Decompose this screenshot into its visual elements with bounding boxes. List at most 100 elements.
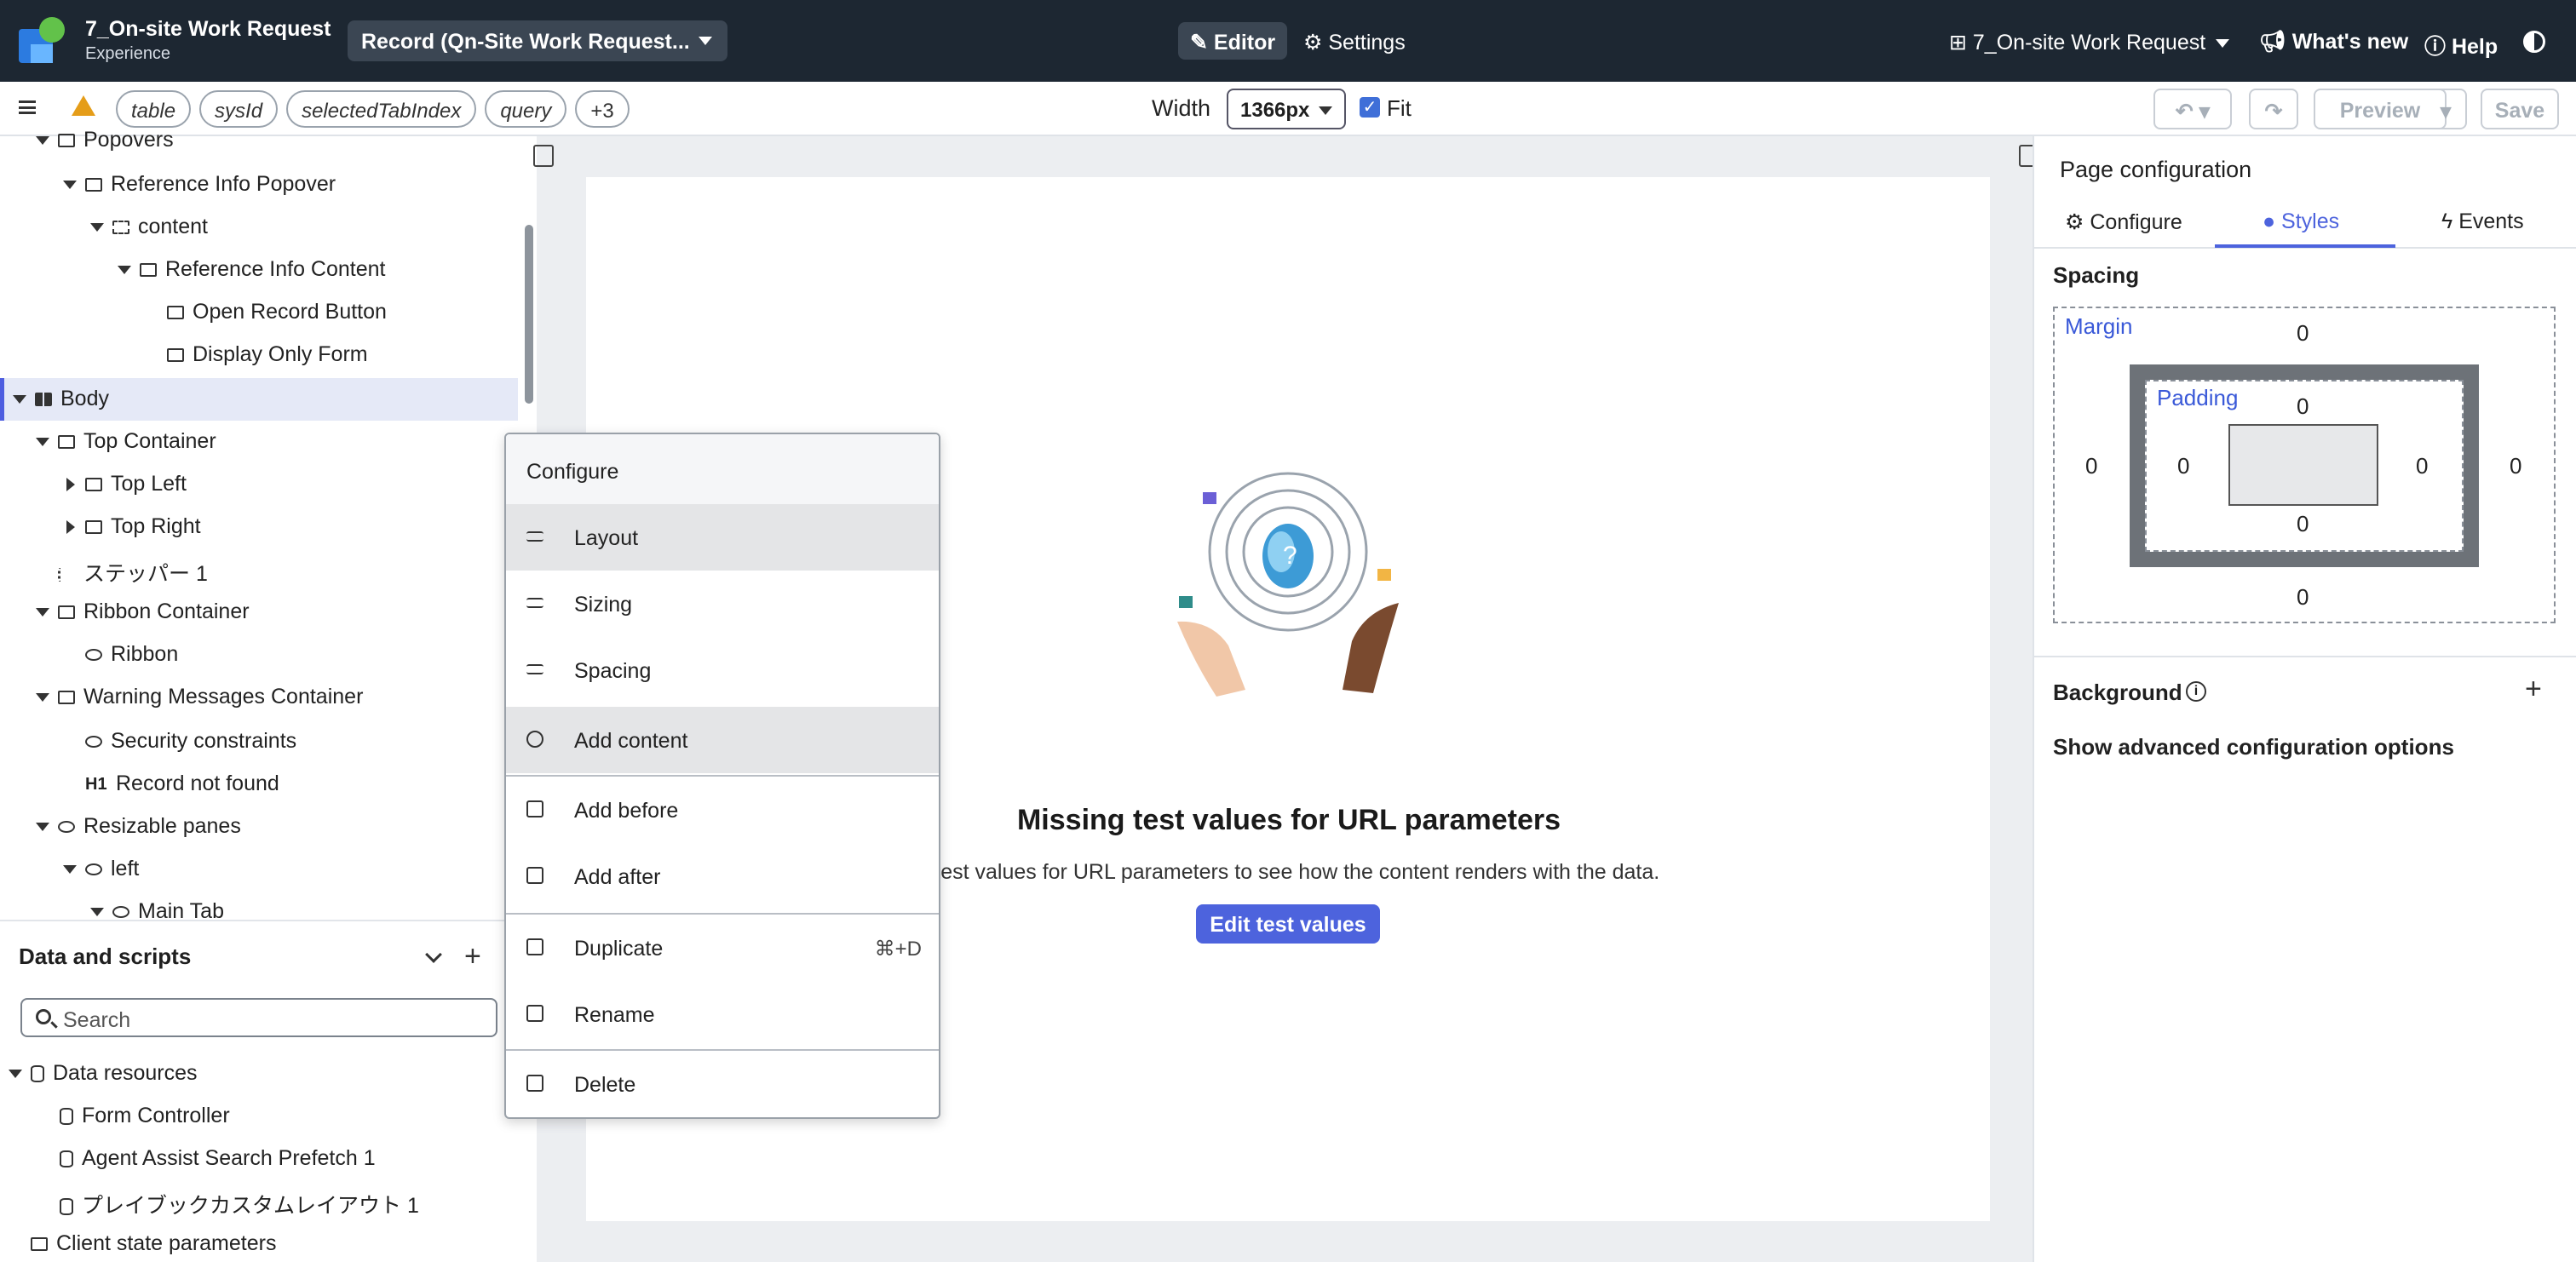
app-title: 7_On-site Work Request <box>85 17 331 41</box>
tree-item-playbook-layout[interactable]: プレイブックカスタムレイアウト 1 <box>60 1189 419 1231</box>
stepper-icon <box>58 568 75 582</box>
add-data-resource-icon[interactable]: + <box>464 940 481 973</box>
menu-icon[interactable] <box>19 100 36 114</box>
tree-item-agent-assist-prefetch[interactable]: Agent Assist Search Prefetch 1 <box>60 1146 376 1189</box>
warning-icon[interactable] <box>72 95 95 116</box>
expand-icon[interactable] <box>63 181 77 190</box>
context-navigator[interactable]: ⊞ 7_On-site Work Request <box>1949 22 2230 60</box>
margin-bottom-value[interactable]: 0 <box>2297 584 2309 611</box>
section-divider <box>2033 656 2576 657</box>
expand-icon[interactable] <box>36 608 49 617</box>
expand-icon[interactable] <box>13 395 26 404</box>
tree-item-top-right[interactable]: Top Right <box>63 514 201 557</box>
hidden-icon <box>112 906 129 918</box>
collapse-icon[interactable] <box>66 520 75 535</box>
data-search-input[interactable]: Search <box>20 998 497 1037</box>
menu-item-add-content[interactable]: Add content <box>506 707 939 773</box>
tree-item-top-left[interactable]: Top Left <box>63 472 187 514</box>
expand-icon[interactable] <box>63 865 77 875</box>
add-background-icon[interactable]: + <box>2525 673 2542 706</box>
menu-item-rename[interactable]: Rename <box>506 981 939 1047</box>
expand-icon[interactable] <box>36 438 49 447</box>
tree-item-ribbon-container[interactable]: Ribbon Container <box>36 599 250 642</box>
redo-button[interactable]: ↷ <box>2249 89 2298 129</box>
menu-item-sizing[interactable]: Sizing <box>506 571 939 637</box>
expand-icon[interactable] <box>9 1070 22 1079</box>
tree-item-body[interactable]: Body <box>0 378 518 421</box>
tree-item-main-tab[interactable]: Main Tab <box>90 899 224 918</box>
layout-icon <box>35 393 52 407</box>
tree-item-stepper[interactable]: ステッパー 1 <box>58 557 208 599</box>
tree-item-security-constraints[interactable]: Security constraints <box>85 729 296 772</box>
tree-item-data-resources[interactable]: Data resources <box>9 1061 198 1104</box>
sliders-icon <box>526 664 543 674</box>
menu-item-add-after[interactable]: Add after <box>506 843 939 909</box>
undo-split-button[interactable]: ↶ ▾ <box>2153 89 2232 129</box>
edit-icon <box>526 1005 543 1022</box>
menu-item-add-before[interactable]: Add before <box>506 777 939 843</box>
padding-bottom-value[interactable]: 0 <box>2297 511 2309 537</box>
record-dropdown[interactable]: Record (Qn-Site Work Request... <box>348 20 727 61</box>
tree-item-warning-messages-container[interactable]: Warning Messages Container <box>36 685 363 727</box>
tree-item-reference-info-popover[interactable]: Reference Info Popover <box>63 172 336 215</box>
chevron-down-icon <box>2216 39 2230 49</box>
tree-item-content[interactable]: content <box>90 215 208 257</box>
tab-events[interactable]: ϟ Events <box>2441 209 2524 249</box>
whats-new-button[interactable]: 📢︎ What's new <box>2259 22 2408 60</box>
param-chip[interactable]: table <box>116 90 192 128</box>
more-params-chip[interactable]: +3 <box>575 90 630 128</box>
background-section-title: Background <box>2053 680 2182 705</box>
editor-button[interactable]: ✎ Editor <box>1178 22 1287 60</box>
slot-icon <box>112 221 129 235</box>
tree-item-left[interactable]: left <box>63 857 139 899</box>
expand-icon[interactable] <box>36 136 49 146</box>
tree-item-ribbon[interactable]: Ribbon <box>85 642 178 685</box>
tree-item-record-not-found[interactable]: H1 Record not found <box>85 772 279 814</box>
expand-icon[interactable] <box>36 693 49 703</box>
margin-left-value[interactable]: 0 <box>2085 453 2097 479</box>
info-icon[interactable]: i <box>2186 681 2206 702</box>
tree-item-top-container[interactable]: Top Container <box>36 429 216 472</box>
menu-item-duplicate[interactable]: Duplicate ⌘+D <box>506 915 939 981</box>
margin-top-value[interactable]: 0 <box>2297 320 2309 347</box>
param-chip[interactable]: selectedTabIndex <box>286 90 477 128</box>
advanced-options-link[interactable]: Show advanced configuration options <box>2053 734 2454 760</box>
edit-test-values-button[interactable]: Edit test values <box>1196 904 1380 944</box>
param-chip[interactable]: query <box>485 90 567 128</box>
sliders-icon <box>526 598 543 608</box>
tree-item-open-record-button[interactable]: Open Record Button <box>167 300 387 342</box>
menu-item-layout[interactable]: Layout <box>506 504 939 571</box>
padding-left-value[interactable]: 0 <box>2177 453 2189 479</box>
settings-button[interactable]: ⚙ Settings <box>1303 22 1406 60</box>
help-button[interactable]: ⓘ Help <box>2424 22 2498 60</box>
gear-icon: ⚙ <box>2065 210 2090 234</box>
collapse-left-panel-icon[interactable] <box>533 145 554 167</box>
theme-toggle-icon[interactable] <box>2523 31 2545 53</box>
tree-item-reference-info-content[interactable]: Reference Info Content <box>118 257 386 300</box>
expand-icon[interactable] <box>90 908 104 917</box>
context-menu-header: Configure <box>506 434 939 504</box>
padding-right-value[interactable]: 0 <box>2416 453 2428 479</box>
tree-item-form-controller[interactable]: Form Controller <box>60 1104 230 1146</box>
fit-checkbox[interactable]: ✓ <box>1360 97 1380 118</box>
tree-item-client-state-parameters[interactable]: Client state parameters <box>31 1231 276 1262</box>
preview-options-button[interactable]: ▾ <box>2426 89 2467 129</box>
tab-styles[interactable]: ● Styles <box>2263 209 2339 249</box>
expand-icon[interactable] <box>36 823 49 832</box>
expand-icon[interactable] <box>90 223 104 232</box>
width-select[interactable]: 1366px <box>1227 89 1346 129</box>
padding-top-value[interactable]: 0 <box>2297 393 2309 420</box>
param-chip[interactable]: sysId <box>199 90 279 128</box>
app-subtitle: Experience <box>85 44 171 63</box>
tree-item-resizable-panes[interactable]: Resizable panes <box>36 814 241 857</box>
hidden-icon <box>85 736 102 749</box>
margin-right-value[interactable]: 0 <box>2510 453 2521 479</box>
tab-configure[interactable]: ⚙ Configure <box>2065 209 2182 249</box>
save-button[interactable]: Save <box>2481 89 2559 129</box>
menu-item-spacing[interactable]: Spacing <box>506 637 939 703</box>
menu-item-delete[interactable]: Delete <box>506 1051 939 1117</box>
tree-item-popovers[interactable]: Popovers <box>36 128 174 170</box>
collapse-icon[interactable] <box>66 478 75 492</box>
tree-scrollbar[interactable] <box>525 225 533 404</box>
expand-icon[interactable] <box>118 266 131 275</box>
